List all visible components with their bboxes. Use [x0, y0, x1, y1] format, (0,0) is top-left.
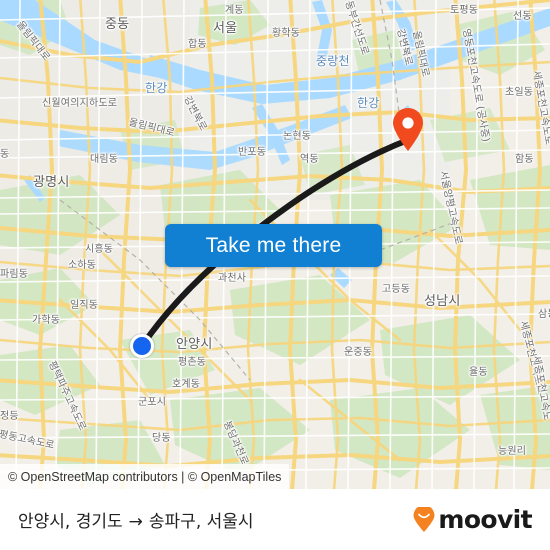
route-destination: 송파구, 서울시	[148, 512, 254, 532]
moovit-wordmark: moovit	[438, 505, 532, 534]
moovit-pin-icon	[413, 506, 435, 532]
route-title: 안양시, 경기도 → 송파구, 서울시	[18, 507, 254, 532]
destination-pin[interactable]	[392, 108, 424, 152]
moovit-route-card: 올림픽대로 중동 계동 서울 황학동 토평동 선동 중랑천 신월여의지하도로 합동 강변북로 한강 한강…	[0, 0, 550, 550]
arrow-icon: →	[128, 512, 143, 532]
origin-marker[interactable]	[130, 334, 154, 358]
route-origin: 안양시, 경기도	[18, 512, 123, 532]
footer-bar: 안양시, 경기도 → 송파구, 서울시 moovit	[0, 489, 550, 550]
moovit-logo[interactable]: moovit	[412, 505, 533, 534]
map-pin-icon	[393, 108, 423, 151]
map-canvas[interactable]: 올림픽대로 중동 계동 서울 황학동 토평동 선동 중랑천 신월여의지하도로 합동 강변북로 한강 한강…	[0, 0, 550, 489]
take-me-there-button[interactable]: Take me there	[165, 224, 382, 267]
map-attribution[interactable]: © OpenStreetMap contributors | © OpenMap…	[0, 464, 290, 489]
